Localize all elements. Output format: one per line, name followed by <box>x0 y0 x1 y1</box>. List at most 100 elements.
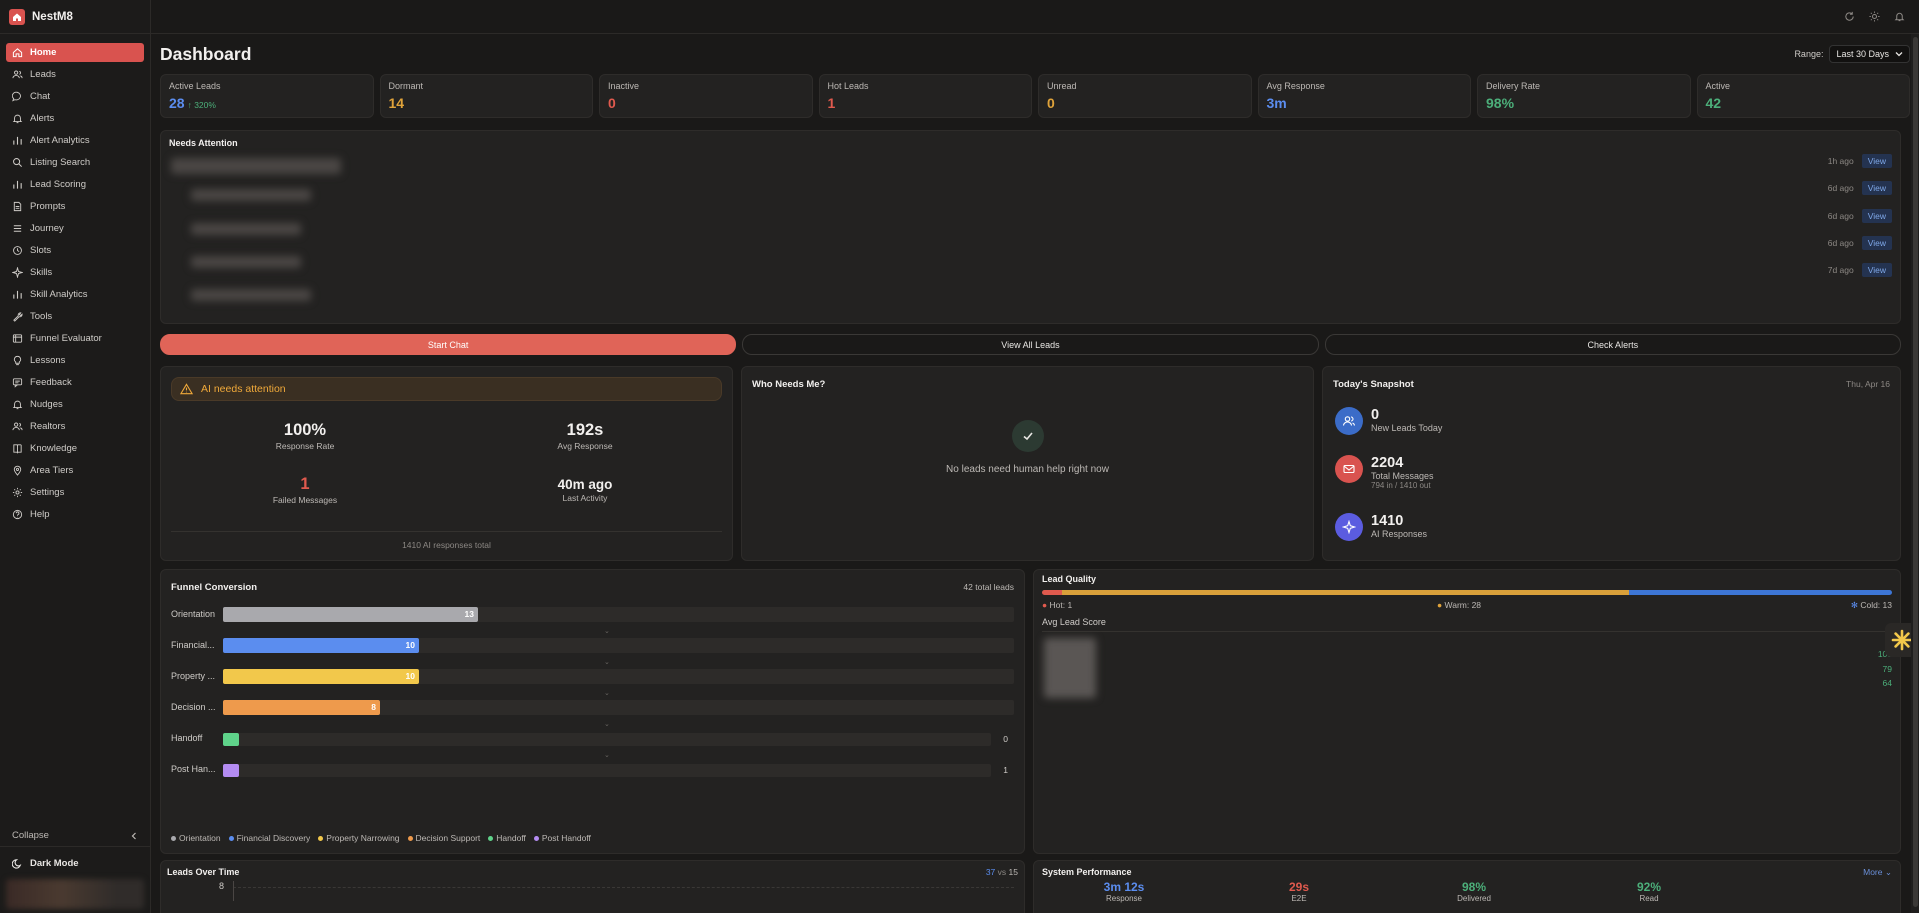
range-select[interactable]: Last 30 Days <box>1829 45 1910 63</box>
sidebar-item-chat[interactable]: Chat <box>6 87 144 106</box>
legend-dot <box>171 836 176 841</box>
sidebar-item-journey[interactable]: Journey <box>6 219 144 238</box>
brand[interactable]: NestM8 <box>0 0 150 34</box>
lead-quality-hot-segment[interactable] <box>1042 590 1063 595</box>
sidebar-item-label: Chat <box>30 91 51 102</box>
chevron-down-icon <box>1895 52 1903 57</box>
warning-icon <box>180 383 193 395</box>
stat-card-dormant[interactable]: Dormant 14 <box>379 74 593 118</box>
sidebar-item-lead-scoring[interactable]: Lead Scoring <box>6 175 144 194</box>
new-leads-label: New Leads Today <box>1371 423 1443 433</box>
leads-over-time-card: Leads Over Time 37 vs 15 8 <box>160 860 1025 913</box>
funnel-stage-row: Decision ... 8 <box>171 700 1014 717</box>
sidebar-item-settings[interactable]: Settings <box>6 483 144 502</box>
stat-card-hot-leads[interactable]: Hot Leads 1 <box>818 74 1032 118</box>
view-button[interactable]: View <box>1861 263 1892 277</box>
sidebar-item-realtors[interactable]: Realtors <box>6 417 144 436</box>
funnel-bar[interactable] <box>223 733 239 746</box>
sidebar-item-slots[interactable]: Slots <box>6 241 144 260</box>
funnel-bar[interactable]: 10 <box>223 669 419 684</box>
scrollbar-thumb[interactable] <box>1913 37 1918 907</box>
snapshot-date: Thu, Apr 16 <box>1846 379 1890 389</box>
sidebar-item-leads[interactable]: Leads <box>6 65 144 84</box>
funnel-bar[interactable]: 8 <box>223 700 380 715</box>
legend-dot <box>533 836 539 841</box>
user-profile[interactable] <box>6 879 144 909</box>
sidebar-item-funnel-evaluator[interactable]: Funnel Evaluator <box>6 329 144 348</box>
failed-messages-metric: 1 Failed Messages <box>225 475 385 505</box>
stat-card-avg-response[interactable]: Avg Response 3m <box>1257 74 1471 118</box>
sidebar-item-label: Alert Analytics <box>30 135 90 146</box>
stat-card-delivery-rate[interactable]: Delivery Rate 98% <box>1477 74 1691 118</box>
cold-count: ✻ Cold: 13 <box>1851 600 1892 611</box>
bulb-icon <box>13 355 22 366</box>
more-button[interactable]: More ⌄ <box>1863 867 1892 878</box>
refresh-icon[interactable] <box>1844 11 1855 22</box>
stat-value-row: 1 <box>828 95 1024 111</box>
sidebar-item-listing-search[interactable]: Listing Search <box>6 153 144 172</box>
sidebar-item-alert-analytics[interactable]: Alert Analytics <box>6 131 144 150</box>
funnel-bar[interactable]: 10 <box>223 638 419 653</box>
stat-value: 98% <box>1486 95 1515 111</box>
view-button[interactable]: View <box>1861 154 1892 168</box>
new-leads-stat: 0 New Leads Today <box>1335 407 1442 435</box>
stat-value: 1 <box>827 95 836 111</box>
funnel-bar-value: 13 <box>464 609 474 619</box>
sidebar-item-home[interactable]: Home <box>6 43 144 62</box>
bell-icon[interactable] <box>1894 11 1905 22</box>
response-rate-value: 100% <box>283 421 327 439</box>
funnel-stage-label: Decision ... <box>171 702 216 712</box>
page-scrollbar[interactable] <box>1911 34 1919 913</box>
todays-snapshot-card: Today's Snapshot Thu, Apr 16 0 New Leads… <box>1322 366 1901 561</box>
view-button[interactable]: View <box>1861 181 1892 195</box>
sidebar-item-prompts[interactable]: Prompts <box>6 197 144 216</box>
sidebar-item-label: Alerts <box>30 113 55 124</box>
stat-card-active[interactable]: Active 42 <box>1696 74 1910 118</box>
sidebar-item-tools[interactable]: Tools <box>6 307 144 326</box>
ai-alert-banner[interactable]: AI needs attention <box>171 377 722 401</box>
needs-attention-row: 1h ago View <box>1828 154 1892 168</box>
metric-label: Read <box>1639 894 1659 903</box>
needs-attention-row: 6d ago View <box>1828 236 1892 250</box>
funnel-bar[interactable] <box>223 764 239 777</box>
sidebar-item-feedback[interactable]: Feedback <box>6 373 144 392</box>
funnel-stage-row: Property ... 10 <box>171 669 1014 686</box>
sidebar-nav: Home Leads Chat Alerts Alert Analytics Listin… <box>0 34 150 524</box>
sidebar-item-nudges[interactable]: Nudges <box>6 395 144 414</box>
sidebar-item-area-tiers[interactable]: Area Tiers <box>6 461 144 480</box>
stat-card-inactive[interactable]: Inactive 0 <box>599 74 813 118</box>
sidebar-item-alerts[interactable]: Alerts <box>6 109 144 128</box>
stat-value-row: 42 <box>1706 95 1902 111</box>
stat-value: 42 <box>1705 95 1722 111</box>
sidebar-item-skill-analytics[interactable]: Skill Analytics <box>6 285 144 304</box>
sun-icon[interactable] <box>1869 11 1880 22</box>
ai-responses-label: AI Responses <box>1371 529 1428 539</box>
lead-quality-warm-segment[interactable] <box>1062 590 1629 595</box>
bar-chart-icon <box>13 290 22 299</box>
view-all-leads-button[interactable]: View All Leads <box>742 334 1319 355</box>
legend-label: Property Narrowing <box>326 833 400 843</box>
stat-card-active-leads[interactable]: Active Leads 28 ↑ 320% <box>160 74 374 118</box>
stat-label: Dormant <box>388 81 424 91</box>
view-button[interactable]: View <box>1861 236 1892 250</box>
ai-responses-total: 1410 AI responses total <box>171 531 722 550</box>
sidebar-item-knowledge[interactable]: Knowledge <box>6 439 144 458</box>
sidebar-item-help[interactable]: Help <box>6 505 144 524</box>
view-button[interactable]: View <box>1861 209 1892 223</box>
dark-mode-toggle[interactable]: Dark Mode <box>0 853 150 873</box>
sidebar-item-label: Listing Search <box>30 157 91 168</box>
funnel-bar-value: 10 <box>405 640 415 650</box>
y-axis <box>233 881 234 901</box>
sidebar-item-skills[interactable]: Skills <box>6 263 144 282</box>
legend-item: Financial Discovery <box>228 833 310 843</box>
funnel-bar[interactable]: 13 <box>223 607 478 622</box>
stat-value-row: 14 <box>389 95 585 111</box>
stat-value-row: 98% <box>1486 95 1682 111</box>
lead-quality-cold-segment[interactable] <box>1628 590 1892 595</box>
check-alerts-button[interactable]: Check Alerts <box>1324 334 1901 355</box>
funnel-bar-value: 0 <box>1003 734 1008 744</box>
stat-card-unread[interactable]: Unread 0 <box>1038 74 1252 118</box>
start-chat-button[interactable]: Start Chat <box>160 334 737 355</box>
collapse-button[interactable]: Collapse <box>0 825 150 847</box>
sidebar-item-lessons[interactable]: Lessons <box>6 351 144 370</box>
